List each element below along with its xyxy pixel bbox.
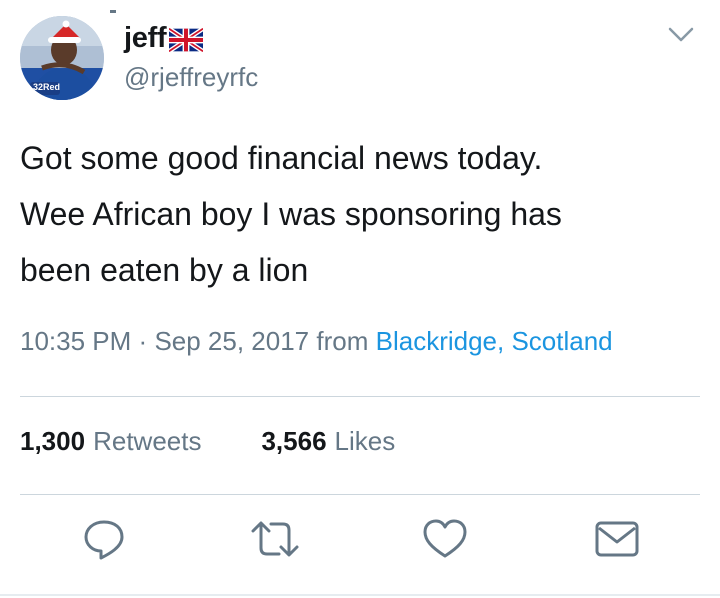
tweet-date[interactable]: Sep 25, 2017 — [154, 326, 309, 356]
divider — [20, 494, 700, 495]
retweets-count: 1,300 — [20, 426, 86, 456]
retweet-button[interactable] — [250, 516, 300, 566]
tweet-text-line: been eaten by a lion — [20, 252, 309, 288]
likes-count: 3,566 — [261, 426, 327, 456]
avatar-badge: 32Red — [33, 82, 61, 92]
like-button[interactable] — [420, 516, 470, 566]
tweet-text-line: Got some good financial news today. — [20, 140, 543, 176]
tweet-actions — [0, 516, 720, 566]
likes-label: Likes — [334, 426, 396, 456]
from-label: from — [316, 326, 369, 356]
bottom-border — [0, 594, 720, 596]
avatar[interactable]: 32Red — [20, 16, 104, 100]
chevron-down-icon — [667, 26, 695, 49]
retweets-label: Retweets — [93, 426, 202, 456]
author-name-text: jeff — [124, 22, 167, 54]
tweet-time[interactable]: 10:35 PM — [20, 326, 131, 356]
reply-icon — [81, 516, 127, 567]
previous-tweet-edge — [40, 0, 160, 13]
tweet-metadata: 10:35 PM · Sep 25, 2017 from Blackridge,… — [20, 326, 613, 357]
retweet-icon — [249, 516, 301, 567]
author-display-name[interactable]: jeff — [124, 22, 205, 55]
tweet-text: Got some good financial news today. Wee … — [20, 130, 700, 298]
meta-separator: · — [138, 326, 148, 356]
author-handle[interactable]: @rjeffreyrfc — [124, 62, 258, 93]
likes-stat[interactable]: 3,566 Likes — [261, 426, 395, 457]
tweet-text-line: Wee African boy I was sponsoring has — [20, 196, 562, 232]
direct-message-button[interactable] — [592, 516, 642, 566]
union-jack-flag-icon — [168, 26, 205, 53]
retweets-stat[interactable]: 1,300 Retweets — [20, 426, 201, 457]
divider — [20, 396, 700, 397]
envelope-icon — [593, 516, 641, 567]
heart-icon — [421, 516, 469, 567]
tweet-menu-button[interactable] — [664, 22, 698, 52]
reply-button[interactable] — [79, 516, 129, 566]
tweet-stats: 1,300 Retweets 3,566 Likes — [20, 426, 395, 457]
location-link[interactable]: Blackridge, Scotland — [376, 326, 613, 356]
